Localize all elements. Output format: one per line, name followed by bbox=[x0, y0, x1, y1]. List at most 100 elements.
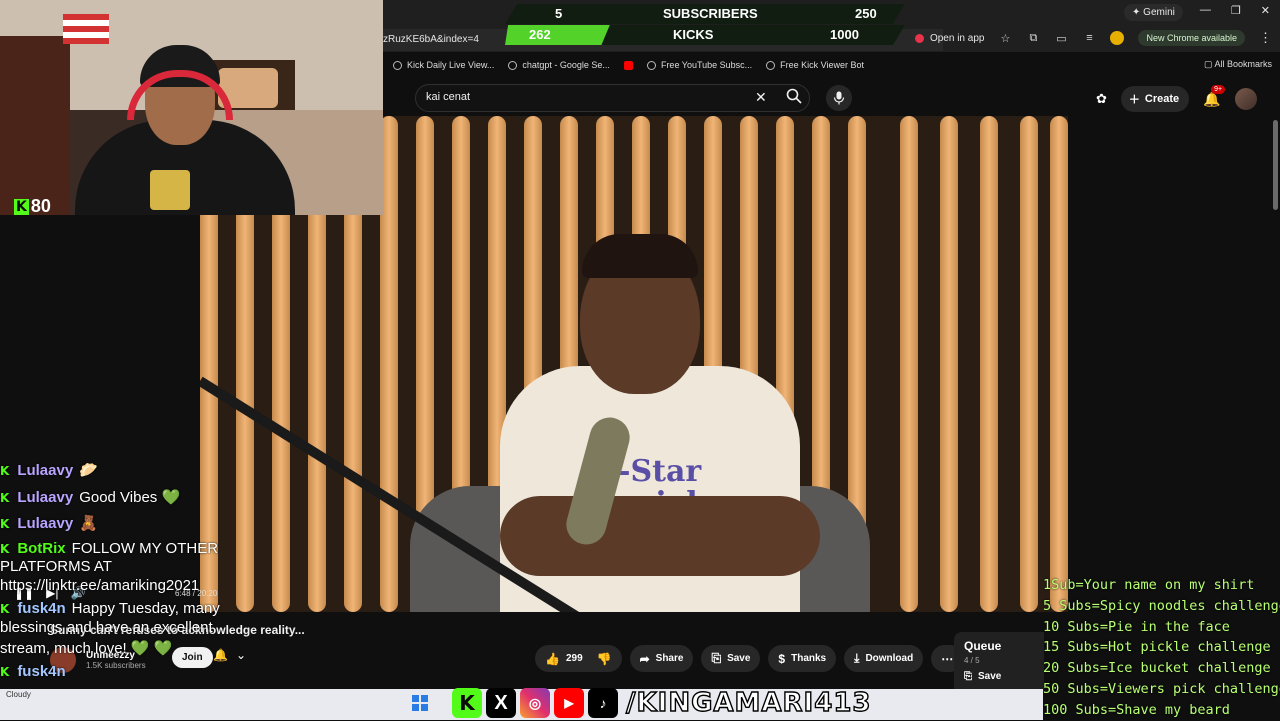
chat-message: K Lulaavy 🥟 bbox=[0, 461, 98, 479]
share-icon: ➦ bbox=[639, 651, 650, 666]
kick-icon: K bbox=[0, 542, 10, 556]
address-bar-actions: Open in app ☆ ⧉ ▭ ≡ New Chrome available… bbox=[914, 30, 1272, 46]
queue-save-button[interactable]: ⎘ Save bbox=[964, 671, 1034, 682]
chat-text: Happy Tuesday, many bbox=[71, 600, 220, 617]
bookmark-label: Free Kick Viewer Bot bbox=[780, 60, 865, 70]
avatar[interactable] bbox=[1234, 88, 1257, 110]
youtube-icon: ▶ bbox=[554, 688, 584, 718]
sub-goals-list: 1Sub=Your name on my shirt 5 Subs=Spicy … bbox=[1043, 575, 1280, 721]
notifications-button[interactable]: 🔔 9+ bbox=[1203, 84, 1226, 108]
download-button[interactable]: ⤓ Download bbox=[844, 645, 924, 672]
bookmark-item[interactable]: Free Kick Viewer Bot bbox=[766, 60, 864, 70]
thumbs-down-icon[interactable]: 👎 bbox=[597, 652, 612, 666]
share-button[interactable]: ➦ Share bbox=[629, 645, 694, 672]
goal-item: 100 Subs=Shave my beard bbox=[1043, 701, 1230, 718]
chat-username: Lulaavy bbox=[17, 515, 74, 532]
chat-message-continued: PLATFORMS AT bbox=[0, 558, 112, 575]
save-label: Save bbox=[727, 653, 751, 664]
thanks-icon: $ bbox=[778, 651, 786, 666]
flag bbox=[63, 14, 109, 44]
subscription-bell-button[interactable]: 🔔 ⌄ bbox=[213, 648, 246, 662]
new-chrome-available-button[interactable]: New Chrome available bbox=[1138, 30, 1245, 46]
extensions-icon[interactable]: ⧉ bbox=[1026, 31, 1040, 45]
cast-icon[interactable]: ▭ bbox=[1054, 31, 1068, 45]
thumbs-up-icon: 👍 bbox=[545, 651, 560, 666]
chat-message: Kfusk4n Happy Tuesday, many bbox=[0, 600, 220, 617]
bookmark-item[interactable] bbox=[623, 60, 633, 70]
search-icon[interactable] bbox=[786, 88, 802, 104]
search-box[interactable] bbox=[415, 84, 810, 112]
thanks-button[interactable]: $ Thanks bbox=[768, 645, 837, 672]
window-controls: — ❐ ✕ bbox=[1200, 4, 1270, 17]
page-scrollbar[interactable] bbox=[1273, 120, 1278, 210]
chat-message-continued: stream, much love! 💚 💚 bbox=[0, 640, 173, 657]
goal-item: 5 Subs=Spicy noodles challenge bbox=[1043, 597, 1280, 614]
weather-label: Cloudy bbox=[6, 690, 31, 699]
like-button[interactable]: 👍 299 👎 bbox=[535, 645, 622, 672]
bookmarks-bar: Kick Daily Live View... chatgpt - Google… bbox=[383, 54, 1280, 76]
bookmark-star-icon[interactable]: ☆ bbox=[998, 31, 1012, 45]
sub-goal-overlay: 5 SUBSCRIBERS 250 262 KICKS 1000 bbox=[505, 4, 905, 45]
globe-icon bbox=[646, 60, 656, 70]
bookmark-item[interactable]: Kick Daily Live View... bbox=[393, 60, 494, 70]
windows-start-icon[interactable] bbox=[412, 695, 428, 711]
chevron-down-icon: ⌄ bbox=[235, 648, 247, 662]
goal-item: 1Sub=Your name on my shirt bbox=[1043, 577, 1255, 593]
download-label: Download bbox=[865, 653, 914, 664]
kick-icon bbox=[393, 60, 402, 70]
voice-search-button[interactable] bbox=[826, 85, 852, 111]
chat-text: 🥟 bbox=[79, 462, 98, 479]
maximize-icon[interactable]: ❐ bbox=[1231, 4, 1241, 17]
kick-icon: K bbox=[0, 491, 10, 505]
create-button[interactable]: ＋ Create bbox=[1120, 86, 1190, 112]
menu-dots-icon[interactable]: ⋮ bbox=[1259, 30, 1272, 46]
kick-icon: K bbox=[0, 602, 10, 616]
more-dots-icon: ⋯ bbox=[941, 651, 954, 666]
bookmark-item[interactable]: Free YouTube Subsc... bbox=[646, 60, 753, 70]
chat-message: K BotRix FOLLOW MY OTHER bbox=[0, 540, 218, 557]
bookmark-item[interactable]: chatgpt - Google Se... bbox=[508, 60, 610, 70]
studio-icon[interactable]: ✿ bbox=[1096, 91, 1107, 107]
bell-icon: 🔔 bbox=[213, 648, 228, 662]
dresser bbox=[0, 36, 70, 215]
close-icon[interactable]: ✕ bbox=[1261, 4, 1270, 17]
chat-username: Lulaavy bbox=[17, 489, 74, 506]
google-icon bbox=[508, 60, 518, 70]
all-bookmarks-button[interactable]: ▢ All Bookmarks bbox=[1204, 59, 1272, 70]
chat-message: Kfusk4n bbox=[0, 663, 72, 680]
queue-panel[interactable]: Queue 4 / 5 ⎘ Save bbox=[954, 632, 1044, 692]
subscribers-current: 5 bbox=[555, 6, 563, 21]
youtube-dot-icon bbox=[914, 33, 924, 43]
chat-username: BotRix bbox=[17, 540, 66, 557]
minimize-icon[interactable]: — bbox=[1200, 4, 1211, 17]
tab-search-icon[interactable]: ≡ bbox=[1082, 31, 1096, 45]
chat-text: FOLLOW MY OTHER bbox=[71, 540, 219, 557]
weather-widget[interactable]: Cloudy bbox=[6, 690, 31, 699]
thanks-label: Thanks bbox=[791, 653, 827, 664]
create-label: Create bbox=[1144, 93, 1180, 105]
social-handle: /KINGAMARI413 bbox=[625, 687, 872, 718]
goal-item: 50 Subs=Viewers pick challenge bbox=[1043, 680, 1280, 697]
chat-message: K Lulaavy Good Vibes 💚 bbox=[0, 488, 180, 506]
instagram-icon: ◎ bbox=[520, 688, 550, 718]
kick-viewer-count: K 80 bbox=[14, 196, 51, 217]
kicks-target: 1000 bbox=[830, 27, 859, 42]
bookmark-icon: ⎘ bbox=[711, 651, 722, 665]
join-button[interactable]: Join bbox=[172, 647, 213, 668]
bookmark-label: Kick Daily Live View... bbox=[407, 60, 495, 70]
open-in-app-button[interactable]: Open in app bbox=[914, 33, 984, 44]
goal-item: 15 Subs=Hot pickle challenge bbox=[1043, 639, 1271, 656]
gemini-button[interactable]: ✦ Gemini bbox=[1124, 4, 1183, 21]
chat-username: fusk4n bbox=[17, 663, 66, 680]
search-input[interactable]: kai cenat bbox=[426, 91, 470, 103]
kick-icon: K bbox=[0, 464, 10, 478]
chat-username: Lulaavy bbox=[17, 462, 74, 479]
x-icon: X bbox=[486, 688, 516, 718]
url-text[interactable]: zRuzKE6bA&index=4 bbox=[383, 34, 479, 45]
bookmark-label: Free YouTube Subsc... bbox=[660, 60, 753, 70]
youtube-icon bbox=[623, 60, 633, 70]
chat-text: Good Vibes 💚 bbox=[79, 489, 181, 506]
profile-avatar[interactable] bbox=[1110, 31, 1125, 45]
clear-search-icon[interactable]: ✕ bbox=[755, 89, 767, 106]
save-button[interactable]: ⎘ Save bbox=[701, 645, 761, 672]
